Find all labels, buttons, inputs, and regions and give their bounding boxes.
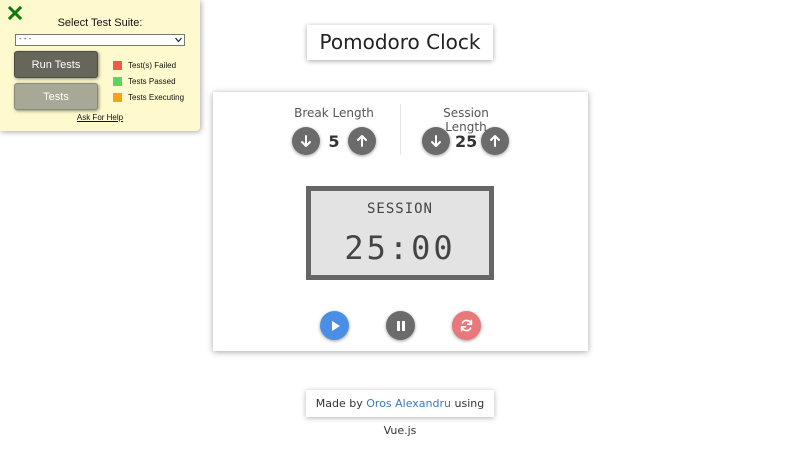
executing-swatch	[113, 92, 122, 102]
timer-screen: SESSION 25:00	[311, 191, 489, 275]
legend-item-passed: Tests Passed	[113, 73, 184, 89]
arrow-down-icon	[431, 135, 441, 147]
run-tests-button[interactable]: Run Tests	[14, 51, 98, 78]
pause-button[interactable]	[386, 311, 415, 340]
select-test-suite-label: Select Test Suite:	[57, 17, 143, 29]
divider	[400, 104, 401, 155]
test-suite-select[interactable]: - - -	[15, 34, 185, 46]
play-icon	[331, 320, 340, 331]
timer-label: SESSION	[366, 201, 433, 217]
test-legend: Test(s) Failed Tests Passed Tests Execut…	[113, 57, 184, 105]
pause-icon	[396, 320, 405, 331]
session-length-value: 25	[455, 132, 478, 151]
start-button[interactable]	[320, 311, 349, 340]
arrow-down-icon	[301, 135, 311, 147]
arrow-up-icon	[357, 135, 367, 147]
passed-swatch	[113, 76, 122, 86]
clock-card: Break Length Session Length 5 25 SESSION…	[213, 92, 588, 351]
footer-prefix: Made by	[315, 397, 363, 410]
break-decrement-button[interactable]	[292, 127, 320, 155]
legend-label-passed: Tests Passed	[128, 76, 176, 86]
test-suite-panel: Select Test Suite: - - - Run Tests Tests…	[0, 0, 200, 131]
time-left: 25:00	[344, 229, 456, 267]
refresh-icon	[460, 319, 473, 332]
session-decrement-button[interactable]	[422, 127, 450, 155]
break-increment-button[interactable]	[348, 127, 376, 155]
session-increment-button[interactable]	[481, 127, 509, 155]
author-link[interactable]: Oros Alexandru	[366, 397, 451, 410]
reset-button[interactable]	[452, 311, 481, 340]
tests-button[interactable]: Tests	[14, 83, 98, 110]
footer-credit: Made by Oros Alexandru using Vue.js	[306, 390, 494, 437]
ask-for-help-link[interactable]: Ask For Help	[0, 113, 200, 122]
legend-item-failed: Test(s) Failed	[113, 57, 184, 73]
break-length-label: Break Length	[294, 106, 374, 120]
legend-item-executing: Tests Executing	[113, 89, 184, 105]
selected-suite-value: - - -	[19, 34, 32, 43]
chevron-down-icon	[175, 37, 182, 43]
page-title: Pomodoro Clock	[307, 25, 493, 60]
legend-label-failed: Test(s) Failed	[128, 60, 177, 70]
legend-label-executing: Tests Executing	[128, 92, 185, 102]
timer-display: SESSION 25:00	[306, 186, 494, 280]
failed-swatch	[113, 60, 122, 70]
arrow-up-icon	[490, 135, 500, 147]
break-length-value: 5	[328, 132, 340, 151]
